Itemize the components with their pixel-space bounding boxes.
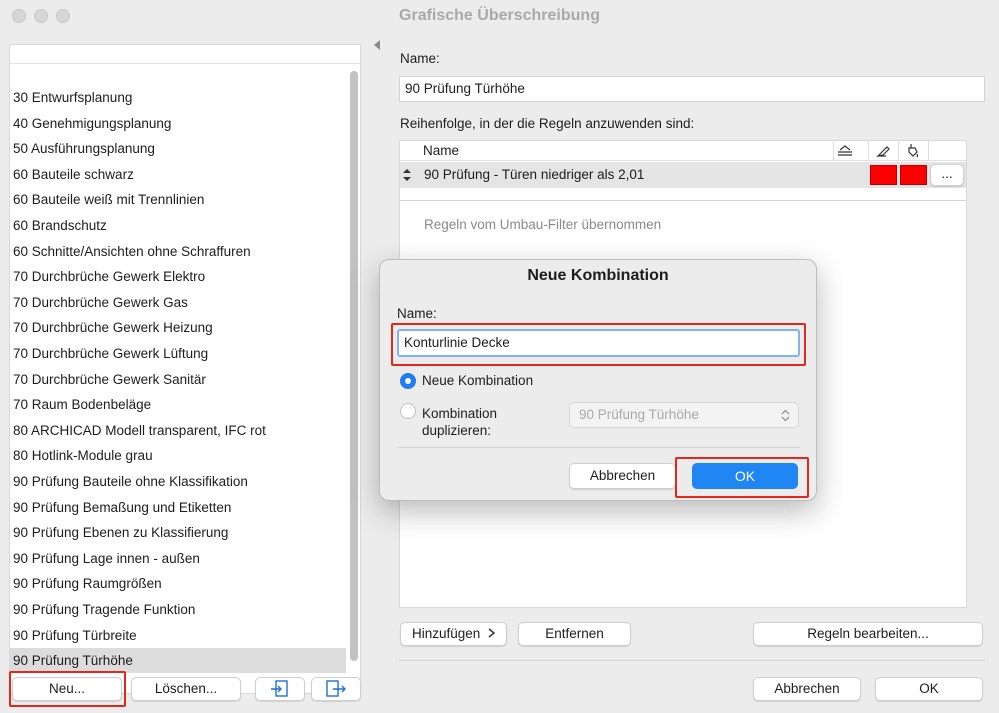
list-item[interactable]: 90 Prüfung Bemaßung und Etiketten (10, 495, 346, 520)
list-item[interactable]: 90 Prüfung Türbreite (10, 623, 346, 648)
ok-button-highlight (675, 457, 809, 498)
dialog-divider (397, 447, 800, 448)
chevron-right-icon (488, 628, 496, 638)
splitter-arrow-icon[interactable] (374, 40, 380, 50)
rules-header: Name (400, 141, 966, 161)
list-item[interactable]: 70 Durchbrüche Gewerk Elektro (10, 264, 346, 289)
select-stepper-icon (781, 409, 790, 422)
rule-more-button[interactable]: ... (930, 164, 964, 186)
list-item[interactable]: 90 Prüfung Türhöhe (10, 648, 346, 674)
list-item[interactable]: 90 Prüfung Ebenen zu Klassifierung (10, 520, 346, 545)
new-combination-dialog: Neue Kombination Name: Konturlinie Decke… (379, 259, 817, 501)
name-input-highlight (391, 323, 806, 366)
column-name-header: Name (423, 143, 460, 158)
list-item[interactable]: 60 Brandschutz (10, 213, 346, 238)
dialog-cancel-button[interactable]: Abbrechen (569, 463, 676, 489)
pen-override-icon (876, 146, 890, 157)
list-item[interactable]: 90 Prüfung Raumgrößen (10, 571, 346, 596)
cancel-button[interactable]: Abbrechen (753, 677, 861, 701)
rule-row[interactable]: 90 Prüfung - Türen niedriger als 2,01 ..… (400, 162, 966, 188)
drag-handle-icon[interactable] (403, 169, 411, 181)
list-item[interactable]: 80 ARCHICAD Modell transparent, IFC rot (10, 418, 346, 443)
layer-icon (838, 145, 852, 156)
rule-name: 90 Prüfung - Türen niedriger als 2,01 (424, 167, 645, 182)
radio-duplicate-combination[interactable] (400, 403, 416, 419)
option-duplicate-label-1: Kombination (422, 406, 498, 421)
new-button-highlight (9, 671, 126, 707)
dialog-title: Neue Kombination (527, 267, 669, 284)
list-item[interactable]: 30 Entwurfsplanung (10, 85, 346, 110)
list-item[interactable]: 90 Prüfung Tragende Funktion (10, 597, 346, 622)
list-item[interactable]: 60 Schnitte/Ansichten ohne Schraffuren (10, 239, 346, 264)
fill-override-icon (908, 144, 919, 158)
dialog-name-label: Name: (397, 306, 437, 321)
remove-rule-button[interactable]: Entfernen (518, 622, 631, 646)
bottom-divider (399, 660, 985, 661)
import-button[interactable] (255, 677, 305, 701)
option-new-label: Neue Kombination (422, 373, 534, 388)
rule-pen-color-swatch[interactable] (870, 165, 897, 185)
list-item[interactable]: 70 Raum Bodenbeläge (10, 392, 346, 417)
export-icon (326, 680, 346, 697)
export-button[interactable] (311, 677, 361, 701)
duplicate-source-value: 90 Prüfung Türhöhe (579, 407, 699, 422)
list-item[interactable]: 70 Durchbrüche Gewerk Lüftung (10, 341, 346, 366)
list-item[interactable]: 70 Durchbrüche Gewerk Heizung (10, 315, 346, 340)
title-bar: Grafische Überschreibung (0, 0, 999, 32)
combinations-panel: 30 Entwurfsplanung 40 Genehmigungsplanung… (0, 32, 374, 713)
list-item[interactable]: 40 Genehmigungsplanung (10, 111, 346, 136)
edit-rules-button[interactable]: Regeln bearbeiten... (753, 622, 983, 646)
name-label: Name: (400, 51, 440, 66)
list-item[interactable]: 70 Durchbrüche Gewerk Sanitär (10, 367, 346, 392)
list-item[interactable]: 90 Prüfung Lage innen - außen (10, 546, 346, 571)
duplicate-source-select[interactable]: 90 Prüfung Türhöhe (569, 402, 799, 428)
list-scrollbar[interactable] (350, 71, 358, 661)
import-icon (271, 680, 288, 697)
delete-button[interactable]: Löschen... (131, 677, 241, 701)
order-label: Reihenfolge, in der die Regeln anzuwende… (400, 116, 695, 131)
radio-new-combination[interactable] (400, 373, 416, 389)
list-header (10, 45, 360, 64)
add-rule-button[interactable]: Hinzufügen (400, 622, 507, 646)
list-item[interactable]: 90 Prüfung Bauteile ohne Klassifikation (10, 469, 346, 494)
list-item[interactable]: 70 Durchbrüche Gewerk Gas (10, 290, 346, 315)
combinations-list[interactable]: 30 Entwurfsplanung 40 Genehmigungsplanung… (9, 44, 361, 694)
option-duplicate-label-2: duplizieren: (422, 423, 492, 438)
list-item[interactable]: 50 Ausführungsplanung (10, 136, 346, 161)
rules-divider (400, 200, 966, 201)
ok-button[interactable]: OK (875, 677, 983, 701)
window-title: Grafische Überschreibung (399, 7, 600, 24)
list-item[interactable]: 80 Hotlink-Module grau (10, 443, 346, 468)
list-item[interactable]: 60 Bauteile schwarz (10, 162, 346, 187)
combination-name-field[interactable]: 90 Prüfung Türhöhe (399, 76, 985, 102)
rule-fill-color-swatch[interactable] (900, 165, 927, 185)
list-item[interactable]: 60 Bauteile weiß mit Trennlinien (10, 187, 346, 212)
rules-hint: Regeln vom Umbau-Filter übernommen (424, 217, 662, 232)
add-rule-label: Hinzufügen (411, 626, 481, 641)
